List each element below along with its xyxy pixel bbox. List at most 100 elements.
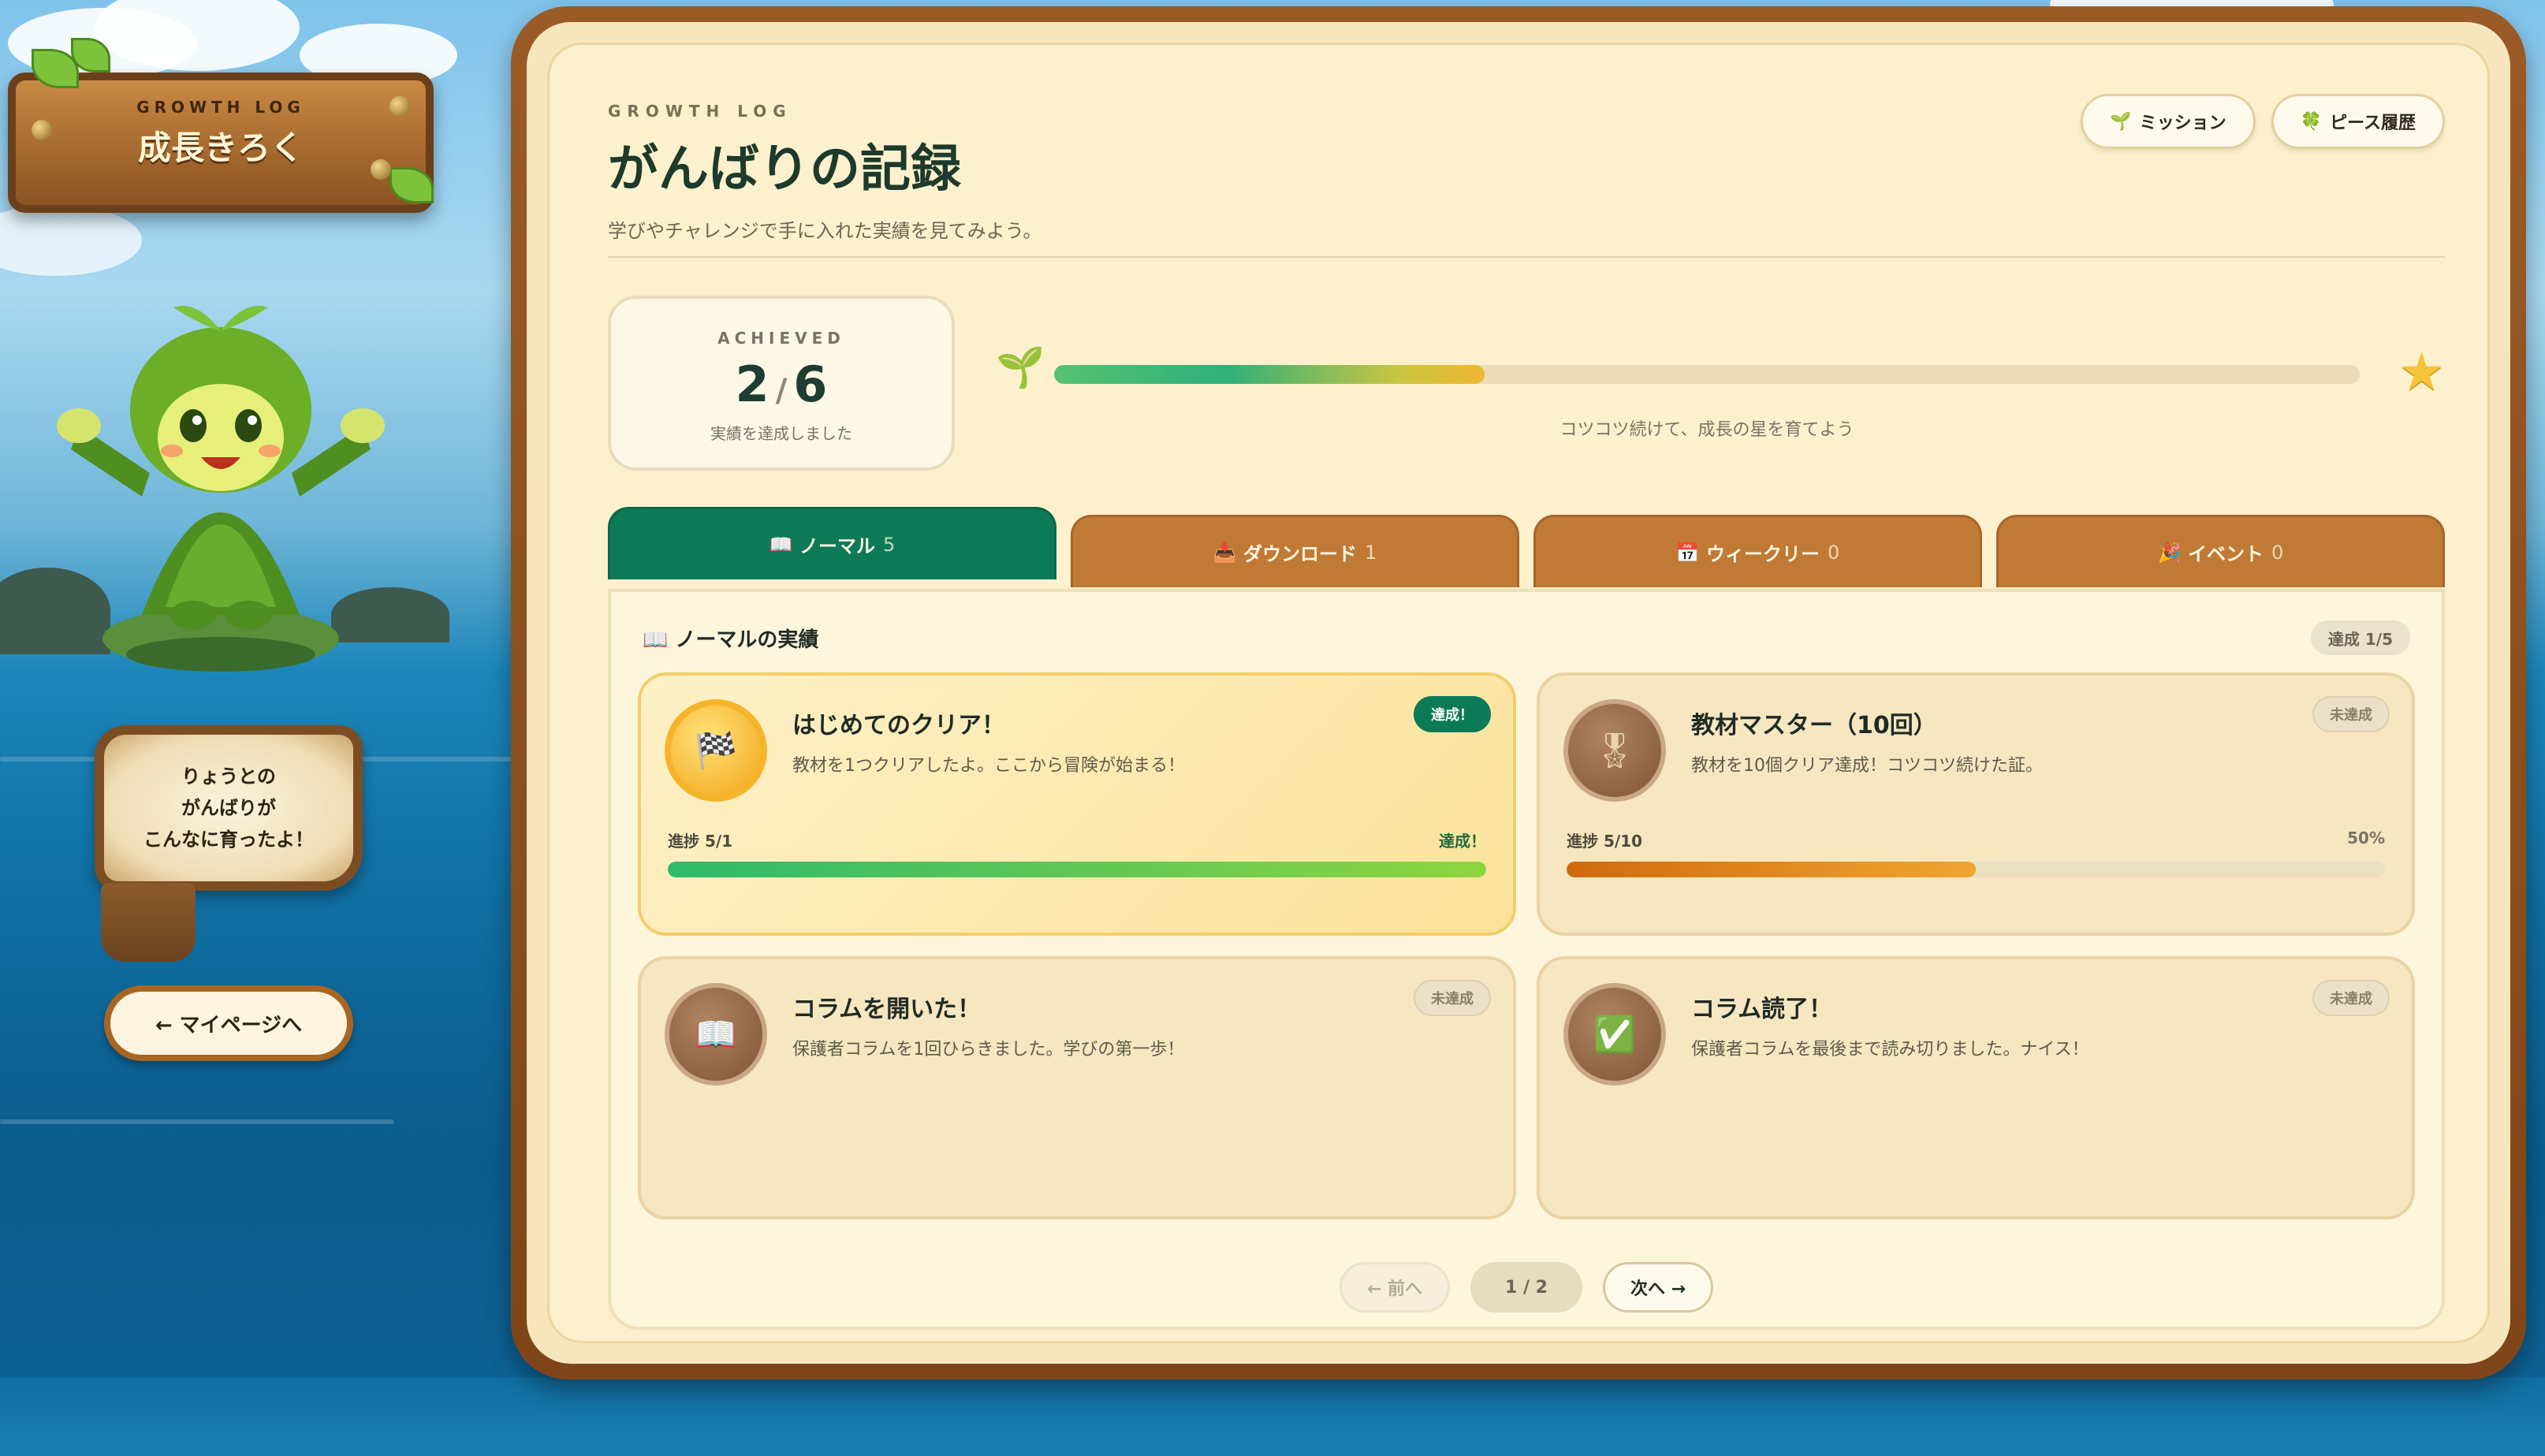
- cloud: [0, 205, 142, 276]
- achievement-card[interactable]: 📖 コラムを開いた！ 保護者コラムを1回ひらきました。学びの第一歩！ 未達成: [638, 956, 1516, 1220]
- achievement-progress-label: 進捗 5/1: [668, 829, 732, 851]
- clover-icon: 🍀: [2300, 111, 2323, 132]
- achievement-title: コラム読了！: [1691, 996, 1833, 1023]
- prev-page-button[interactable]: ← 前へ: [1340, 1262, 1450, 1313]
- tab-event[interactable]: 🎉 イベント 0: [1996, 515, 2445, 587]
- achieved-description: 実績を達成しました: [710, 424, 852, 443]
- sign-title: 成長きろく: [137, 128, 304, 167]
- achieved-count-badge: 達成 1/5: [2310, 620, 2410, 655]
- page-eyebrow: GROWTH LOG: [608, 102, 792, 121]
- tab-label: ノーマル: [799, 535, 875, 557]
- top-button-group: 🌱 ミッション 🍀 ピース履歴: [2081, 94, 2445, 149]
- achievement-progress-bar: [668, 862, 1486, 877]
- check-icon: ✅: [1563, 983, 1666, 1085]
- status-badge: 未達成: [1414, 980, 1491, 1016]
- tab-count: 1: [1364, 541, 1377, 564]
- status-badge: 達成！: [1414, 696, 1491, 732]
- tree-stump: [101, 883, 196, 962]
- speech-sign: りょうとの がんばりが こんなに育ったよ！: [95, 725, 363, 891]
- overall-progress-bar: [1054, 365, 2360, 384]
- speech-line: がんばりが: [181, 797, 276, 819]
- checkered-flag-icon: 🏁: [665, 699, 767, 802]
- piece-history-button-label: ピース履歴: [2330, 114, 2416, 133]
- achievement-title: コラムを開いた！: [792, 996, 982, 1023]
- page-title: がんばりの記録: [608, 140, 961, 199]
- tab-label: ウィークリー: [1705, 543, 1820, 565]
- overall-progress-fill: [1054, 365, 1485, 384]
- achievement-description: 保護者コラムを1回ひらきました。学びの第一歩！: [792, 1040, 1185, 1059]
- achievement-card[interactable]: 🎖 教材マスター（10回） 教材を10個クリア達成！コツコツ続けた証。 未達成 …: [1537, 672, 2415, 936]
- pagination: ← 前へ 1 / 2 次へ →: [611, 1262, 2442, 1313]
- achieved-label: ACHIEVED: [717, 329, 845, 348]
- leaf-icon: [389, 167, 434, 203]
- tab-weekly[interactable]: 📅 ウィークリー 0: [1533, 515, 1982, 587]
- progress-value: 5/10: [1603, 832, 1643, 851]
- achievement-list-panel: 📖 ノーマルの実績 達成 1/5 🏁 はじめてのクリア！ 教材を1つクリアしたよ…: [608, 589, 2445, 1330]
- header-divider: [608, 256, 2445, 258]
- sprout-icon: 🌱: [2110, 111, 2132, 132]
- sprout-icon: 🌱: [996, 344, 1045, 390]
- speech-line: こんなに育ったよ！: [143, 829, 314, 851]
- main-panel: GROWTH LOG がんばりの記録 学びやチャレンジで手に入れた実績を見てみよ…: [547, 43, 2490, 1343]
- wave: [0, 1119, 394, 1124]
- achievement-progress-fill: [668, 862, 1486, 877]
- back-to-mypage-button[interactable]: ← マイページへ: [104, 985, 353, 1061]
- progress-label: 進捗: [668, 832, 699, 851]
- achievement-card[interactable]: ✅ コラム読了！ 保護者コラムを最後まで読み切りました。ナイス！ 未達成: [1537, 956, 2415, 1220]
- tab-label: ダウンロード: [1243, 543, 1357, 565]
- achieved-stat-card: ACHIEVED 2/6 実績を達成しました: [608, 296, 955, 471]
- achievement-description: 教材を10個クリア達成！コツコツ続けた証。: [1691, 756, 2043, 776]
- achievement-description: 教材を1つクリアしたよ。ここから冒険が始まる！: [792, 756, 1185, 776]
- overall-progress-caption: コツコツ続けて、成長の星を育てよう: [1559, 420, 1854, 440]
- party-popper-icon: 🎉: [2157, 541, 2182, 564]
- achievement-title: はじめてのクリア！: [792, 712, 1005, 739]
- leaf-sprite-character: [57, 306, 385, 672]
- status-badge: 未達成: [2312, 696, 2390, 732]
- inbox-icon: 📥: [1213, 541, 1237, 564]
- section-title: 📖 ノーマルの実績: [643, 628, 819, 652]
- achievement-progress-percent: 50%: [2347, 829, 2385, 847]
- achieved-count: 2/6: [611, 356, 952, 413]
- next-page-button[interactable]: 次へ →: [1603, 1262, 1713, 1313]
- calendar-icon: 📅: [1675, 541, 1700, 564]
- tab-count: 5: [882, 533, 896, 556]
- achieved-separator: /: [775, 373, 788, 409]
- achievement-progress-status: 達成！: [1439, 832, 1486, 851]
- page-header: GROWTH LOG がんばりの記録 学びやチャレンジで手に入れた実績を見てみよ…: [608, 102, 1041, 243]
- total-number: 6: [793, 356, 828, 413]
- tab-download[interactable]: 📥 ダウンロード 1: [1071, 515, 1519, 587]
- tab-label: イベント: [2187, 543, 2264, 565]
- piece-history-button[interactable]: 🍀 ピース履歴: [2271, 94, 2445, 149]
- tab-normal[interactable]: 📖 ノーマル 5: [608, 507, 1056, 579]
- star-icon: ★: [2398, 341, 2445, 402]
- category-tabs: 📖 ノーマル 5 📥 ダウンロード 1 📅 ウィークリー 0 🎉 イベント 0: [608, 507, 2445, 587]
- achievement-card[interactable]: 🏁 はじめてのクリア！ 教材を1つクリアしたよ。ここから冒険が始まる！ 達成！ …: [638, 672, 1516, 936]
- progress-value: 5/1: [704, 832, 733, 851]
- achieved-number: 2: [735, 356, 769, 413]
- nail-icon: [389, 96, 410, 117]
- achievement-progress-label: 進捗 5/10: [1567, 829, 1642, 851]
- growth-log-sign: GROWTH LOG 成長きろく: [8, 38, 434, 213]
- book-icon: 📖: [769, 533, 793, 556]
- main-panel-frame: GROWTH LOG がんばりの記録 学びやチャレンジで手に入れた実績を見てみよ…: [511, 6, 2526, 1380]
- achievement-progress-fill: [1567, 862, 1976, 877]
- book-icon: 📖: [665, 983, 767, 1085]
- achievement-title: 教材マスター（10回）: [1691, 712, 1937, 739]
- page-subtitle: 学びやチャレンジで手に入れた実績を見てみよう。: [608, 220, 1042, 242]
- main-panel-inner: GROWTH LOG がんばりの記録 学びやチャレンジで手に入れた実績を見てみよ…: [527, 22, 2510, 1364]
- sea: [0, 1377, 2545, 1456]
- achievement-description: 保護者コラムを最後まで読み切りました。ナイス！: [1691, 1040, 2089, 1059]
- achievement-grid: 🏁 はじめてのクリア！ 教材を1つクリアしたよ。ここから冒険が始まる！ 達成！ …: [638, 672, 2415, 1220]
- achievement-progress-bar: [1567, 862, 2385, 877]
- tab-count: 0: [1827, 541, 1840, 564]
- nail-icon: [32, 120, 52, 140]
- mission-button-label: ミッション: [2139, 114, 2226, 133]
- sign-eyebrow: GROWTH LOG: [136, 98, 305, 117]
- speech-line: りょうとの: [181, 765, 276, 788]
- tab-count: 0: [2271, 541, 2284, 564]
- medal-icon: 🎖: [1563, 699, 1666, 802]
- page-indicator: 1 / 2: [1470, 1262, 1582, 1313]
- status-badge: 未達成: [2312, 980, 2390, 1016]
- progress-label: 進捗: [1567, 832, 1598, 851]
- mission-button[interactable]: 🌱 ミッション: [2081, 94, 2256, 149]
